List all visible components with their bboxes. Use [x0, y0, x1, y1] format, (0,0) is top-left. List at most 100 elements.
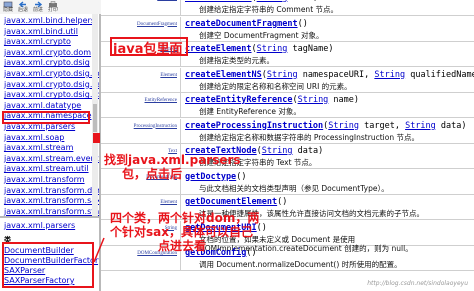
method-name-link[interactable]: getDocumentElement	[185, 197, 277, 207]
method-signature: getDoctype()	[185, 172, 246, 182]
method-signature: createEntityReference(String name)	[185, 95, 359, 105]
package-link[interactable]: javax.xml.crypto.dsig.spec	[4, 89, 99, 100]
method-description: 创建给定指定字符串的 Comment 节点。	[199, 5, 339, 14]
param-type-link[interactable]: String	[298, 95, 329, 105]
package-link[interactable]: javax.xml.crypto	[4, 36, 71, 47]
hide-button-label: 隐藏	[3, 7, 14, 13]
annotation-find-parsers-line2: 包，点击后	[122, 167, 183, 181]
param-name: name	[328, 95, 354, 105]
param-type-link[interactable]: String	[267, 70, 298, 80]
method-description: 创建给定指定名称和数据字符串的 ProcessingInstruction 节点…	[199, 132, 419, 142]
print-button-label: 打印	[48, 7, 59, 13]
method-row: Element createElementNS(String namespaceU…	[101, 67, 474, 93]
method-signature: createElement(String tagName)	[185, 44, 333, 54]
method-name-link[interactable]: createElementNS	[185, 70, 262, 80]
method-row: Comment createComment(String data) 创建给定指定字…	[101, 0, 474, 16]
method-name-link[interactable]: createProcessingInstruction	[185, 121, 323, 131]
return-type-link[interactable]: ProcessingInstruction	[101, 124, 177, 129]
method-name-link[interactable]: createEntityReference	[185, 95, 292, 105]
column-separator	[180, 118, 181, 143]
param-type-link[interactable]: String	[257, 0, 288, 3]
package-link[interactable]: javax.xml.transform	[4, 174, 85, 185]
method-signature: createElementNS(String namespaceURI, Str…	[185, 70, 474, 80]
method-description: 调用 Document.normalizeDocument() 时所使用的配置。	[199, 260, 402, 269]
param-name: data	[287, 0, 312, 3]
package-link[interactable]: javax.xml.transform.stax	[4, 206, 99, 216]
method-row: DOMConfiguration getDomConfig() 调用 Documen…	[101, 246, 474, 271]
paren: )	[261, 222, 267, 233]
back-button[interactable]: 后退	[18, 1, 28, 13]
annotation-box-parsers	[2, 111, 90, 124]
package-link[interactable]: javax.xml.transform.dom	[4, 185, 99, 196]
paren: )	[313, 0, 318, 3]
annotation-box-classes	[2, 242, 94, 288]
method-signature: createDocumentFragment()	[185, 19, 308, 29]
package-link[interactable]: javax.xml.bind.helpers	[4, 15, 95, 26]
method-name-link[interactable]: getDoctype	[185, 172, 236, 182]
param-type-link[interactable]: String	[374, 70, 405, 80]
method-description: 创建空 DocumentFragment 对象。	[199, 30, 324, 40]
package-link[interactable]: javax.xml.crypto.dsig	[4, 57, 90, 68]
browser-toolbar: 隐藏 后退 前进 打印	[0, 0, 113, 15]
param-name: qualifiedName	[405, 69, 474, 80]
method-description: 创建 EntityReference 对象。	[199, 107, 301, 116]
paren: )	[241, 171, 247, 182]
method-row: EntityReference createEntityReference(Str…	[101, 93, 474, 118]
method-signature: createProcessingInstruction(String targe…	[185, 121, 467, 131]
return-type-link[interactable]: EntityReference	[101, 98, 177, 103]
scrollbar-thumb[interactable]	[93, 104, 97, 132]
package-link[interactable]: javax.xml.crypto.dsig.dom	[4, 68, 99, 79]
column-separator	[180, 0, 181, 15]
method-description: 创建给定的限定名称和名称空间 URI 的元素。	[199, 81, 352, 91]
package-link[interactable]: javax.xml.stream	[4, 142, 73, 153]
hide-button[interactable]: 隐藏	[3, 1, 13, 13]
paren: )	[318, 146, 324, 156]
method-signature: createComment(String data)	[185, 0, 318, 3]
param-name: namespaceURI,	[297, 69, 375, 80]
package-link[interactable]: javax.xml.crypto.dom	[4, 47, 91, 58]
return-type-link[interactable]: Element	[101, 200, 177, 205]
package-link[interactable]: javax.xml.transform.sax	[4, 195, 99, 206]
param-name: target,	[359, 120, 406, 131]
method-description: 与此文档相关的文档类型声明（参见 DocumentType）。	[199, 183, 389, 193]
param-type-link[interactable]: String	[405, 121, 436, 131]
back-button-label: 后退	[18, 7, 29, 13]
print-button[interactable]: 打印	[48, 1, 58, 13]
package-link[interactable]: javax.xml.stream.events	[4, 153, 99, 164]
paren: )	[282, 197, 288, 207]
package-link[interactable]: javax.xml.stream.util	[4, 163, 89, 174]
column-separator	[180, 93, 181, 117]
column-separator	[180, 67, 181, 92]
watermark: http://blog.csdn.net/sindolaoyeyu	[367, 280, 468, 287]
package-link[interactable]: javax.xml.datatype	[4, 100, 81, 111]
paren: )	[251, 248, 257, 258]
method-name-link[interactable]: createElement	[185, 44, 252, 54]
method-row: ProcessingInstruction createProcessingIns…	[101, 118, 474, 144]
paren: )	[328, 44, 334, 54]
annotation-java-package: java包里面	[113, 42, 183, 57]
method-name-link[interactable]: createComment	[185, 0, 252, 3]
method-name-link[interactable]: createDocumentFragment	[185, 19, 298, 29]
method-description: 创建指定类型的元素。	[199, 56, 274, 65]
return-type-link[interactable]: DocumentFragment	[101, 22, 177, 27]
package-link[interactable]: javax.xml.soap	[4, 132, 64, 143]
annotation-four-classes-line3: 点进去看	[158, 239, 207, 253]
param-name: data	[435, 120, 462, 131]
class-pane-package-title[interactable]: javax.xml.parsers	[4, 221, 75, 230]
package-link[interactable]: javax.xml.bind.util	[4, 26, 78, 37]
method-signature: getDocumentElement()	[185, 197, 287, 207]
param-type-link[interactable]: String	[328, 121, 359, 131]
forward-button-label: 前进	[33, 7, 44, 13]
paren: )	[302, 18, 308, 29]
paren: )	[461, 120, 467, 131]
paren: )	[353, 95, 360, 105]
param-name: data	[292, 146, 319, 156]
param-type-link[interactable]: String	[262, 146, 293, 156]
package-link[interactable]: javax.xml.crypto.dsig.key	[4, 79, 99, 90]
return-type-link[interactable]: Comment	[101, 0, 177, 1]
forward-button[interactable]: 前进	[33, 1, 43, 13]
param-type-link[interactable]: String	[257, 44, 288, 54]
param-name: tagName	[287, 44, 329, 54]
return-type-link[interactable]: Element	[101, 73, 177, 78]
package-list-scrollbar[interactable]	[92, 14, 98, 216]
